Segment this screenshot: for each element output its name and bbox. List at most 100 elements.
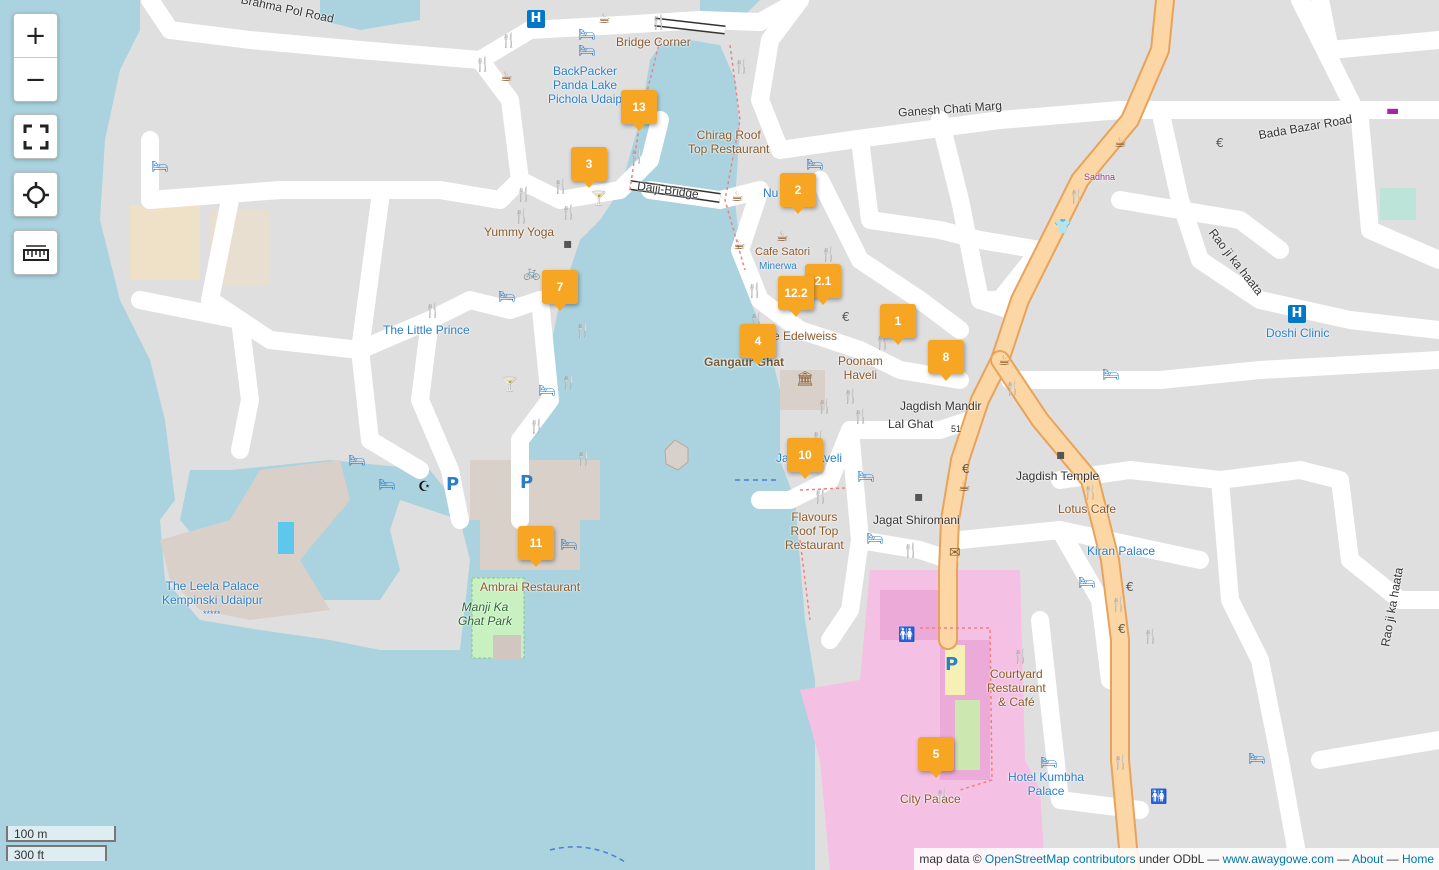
map-marker-7[interactable]: 7 bbox=[542, 270, 578, 311]
map-marker-3[interactable]: 3 bbox=[571, 147, 607, 188]
label-cafe-satori: Cafe Satori bbox=[755, 246, 811, 258]
cafe-icon: ☕ bbox=[776, 229, 789, 245]
fullscreen-button[interactable] bbox=[13, 114, 58, 159]
atm-icon: € bbox=[1216, 136, 1224, 150]
attribution: map data © OpenStreetMap contributors un… bbox=[914, 848, 1439, 870]
map-marker-13[interactable]: 13 bbox=[621, 90, 657, 131]
label-poonam-haveli: Poonam Haveli bbox=[838, 354, 883, 382]
label-nu: Nu bbox=[763, 186, 779, 200]
restaurant-icon: 🍴 bbox=[560, 205, 578, 221]
restaurant-icon: 🍴 bbox=[1082, 485, 1100, 501]
cafe-icon: ☕ bbox=[998, 353, 1011, 369]
atm-icon: € bbox=[842, 310, 850, 324]
restaurant-icon: 🍴 bbox=[560, 375, 578, 391]
restaurant-icon: 🍴 bbox=[1142, 629, 1160, 645]
zoom-in-button[interactable]: + bbox=[14, 14, 57, 57]
map-marker-12-2[interactable]: 12.2 bbox=[778, 276, 814, 317]
label-jagat-shiromani: Jagat Shiromani bbox=[873, 513, 960, 527]
shop-icon: ▬ bbox=[1386, 103, 1400, 119]
zoom-control: + − bbox=[13, 13, 58, 102]
map-marker-5[interactable]: 5 bbox=[918, 737, 954, 778]
restaurant-icon: 🍴 bbox=[842, 389, 860, 405]
label-lotus-cafe: Lotus Cafe bbox=[1058, 502, 1117, 516]
zoom-out-button[interactable]: − bbox=[14, 57, 57, 101]
shop-icon: ▪ bbox=[1056, 447, 1066, 463]
hotel-icon: 🛏 bbox=[1102, 367, 1120, 383]
map-marker-8[interactable]: 8 bbox=[928, 340, 964, 381]
home-link[interactable]: Home bbox=[1402, 852, 1434, 866]
label-jagdish-mandir: Jagdish Mandir bbox=[900, 399, 982, 413]
hotel-icon: 🛏 bbox=[378, 477, 396, 493]
restaurant-icon: 🍴 bbox=[1112, 755, 1130, 771]
restaurant-icon: 🍴 bbox=[628, 149, 646, 165]
atm-icon: € bbox=[1118, 622, 1126, 636]
restaurant-icon: 🍴 bbox=[1012, 649, 1030, 665]
restaurant-icon: 🍴 bbox=[816, 399, 834, 415]
label-courtyard: Courtyard Restaurant & Café bbox=[987, 667, 1046, 709]
map-marker-4[interactable]: 4 bbox=[740, 324, 776, 365]
label-jagdish-temple: Jagdish Temple bbox=[1016, 469, 1100, 483]
label-bridge-corner: Bridge Corner bbox=[616, 35, 691, 49]
restaurant-icon: 🍴 bbox=[513, 209, 531, 225]
hotel-icon: 🛏 bbox=[578, 27, 596, 43]
map-marker-2[interactable]: 2 bbox=[780, 173, 816, 214]
locate-button[interactable] bbox=[13, 172, 58, 217]
restaurant-icon: 🍴 bbox=[474, 57, 492, 73]
restaurant-icon: 🍴 bbox=[902, 543, 920, 559]
parking-icon: P bbox=[945, 654, 959, 675]
post-office-icon: ✉ bbox=[949, 545, 961, 561]
restaurant-icon: 🍴 bbox=[515, 187, 533, 203]
restaurant-icon: 🍴 bbox=[528, 419, 546, 435]
scale-metric: 100 m bbox=[6, 826, 116, 842]
restaurant-icon: 🍴 bbox=[552, 179, 570, 195]
attribution-license: under ODbL — bbox=[1135, 852, 1223, 866]
restaurant-icon: 🍴 bbox=[820, 247, 838, 263]
label-sadhna: Sadhna bbox=[1084, 172, 1116, 182]
map-marker-10[interactable]: 10 bbox=[787, 438, 823, 479]
restaurant-icon: 🍴 bbox=[500, 33, 518, 49]
atm-icon: € bbox=[1126, 580, 1134, 594]
hotel-icon: 🛏 bbox=[806, 157, 824, 173]
parking-icon: P bbox=[446, 474, 460, 495]
hotel-icon: 🛏 bbox=[560, 537, 578, 553]
crosshair-icon bbox=[14, 173, 57, 216]
label-chirag-roof: Chirag Roof Top Restaurant bbox=[688, 128, 770, 156]
restaurant-icon: 🍴 bbox=[1110, 597, 1128, 613]
hotel-icon: 🛏 bbox=[866, 531, 884, 547]
about-link[interactable]: About bbox=[1352, 852, 1383, 866]
restaurant-icon: 🍴 bbox=[424, 303, 442, 319]
restaurant-icon: 🍴 bbox=[650, 15, 668, 31]
restaurant-icon: 🍴 bbox=[574, 323, 592, 339]
hotel-icon: 🛏 bbox=[348, 453, 366, 469]
cafe-icon: ☕ bbox=[733, 237, 746, 253]
hotel-icon: 🛏 bbox=[578, 43, 596, 59]
osm-link[interactable]: OpenStreetMap contributors bbox=[985, 852, 1136, 866]
restaurant-icon: ☕ bbox=[1114, 135, 1127, 151]
label-leela-palace: The Leela Palace Kempinski Udaipur bbox=[162, 579, 263, 607]
hotel-icon: 🛏 bbox=[1078, 575, 1096, 591]
label-hotel-kumbha-palace: Hotel Kumbha Palace bbox=[1008, 770, 1085, 798]
cafe-icon: ☕ bbox=[500, 69, 513, 85]
fullscreen-icon bbox=[14, 115, 57, 158]
restaurant-icon: 🍴 bbox=[1068, 189, 1086, 205]
label-kiran-palace: Kiran Palace bbox=[1087, 544, 1156, 558]
mosque-icon: ☪ bbox=[418, 479, 431, 495]
label-flavours: Flavours Roof Top Restaurant bbox=[785, 510, 844, 552]
parking-icon: P bbox=[520, 472, 534, 493]
hotel-icon: 🛏 bbox=[151, 159, 169, 175]
shop-icon: ▪ bbox=[914, 489, 924, 505]
site-link[interactable]: www.awaygowe.com bbox=[1223, 852, 1334, 866]
label-the-little-prince: The Little Prince bbox=[383, 323, 470, 337]
hotel-icon: 🛏 bbox=[1248, 751, 1266, 767]
attribution-sep: — bbox=[1383, 852, 1402, 866]
toilets-icon: 🚻 bbox=[898, 627, 916, 643]
attribution-prefix: map data © bbox=[919, 852, 985, 866]
restaurant-icon: 🍴 bbox=[1004, 381, 1022, 397]
hotel-icon: 🛏 bbox=[498, 289, 516, 305]
hotel-icon: 🛏 bbox=[857, 469, 875, 485]
map-marker-11[interactable]: 11 bbox=[518, 526, 554, 567]
map-marker-1[interactable]: 1 bbox=[880, 304, 916, 345]
label-city-palace: City Palace bbox=[900, 792, 961, 806]
measure-button[interactable] bbox=[13, 230, 58, 275]
atm-icon: € bbox=[962, 462, 970, 476]
